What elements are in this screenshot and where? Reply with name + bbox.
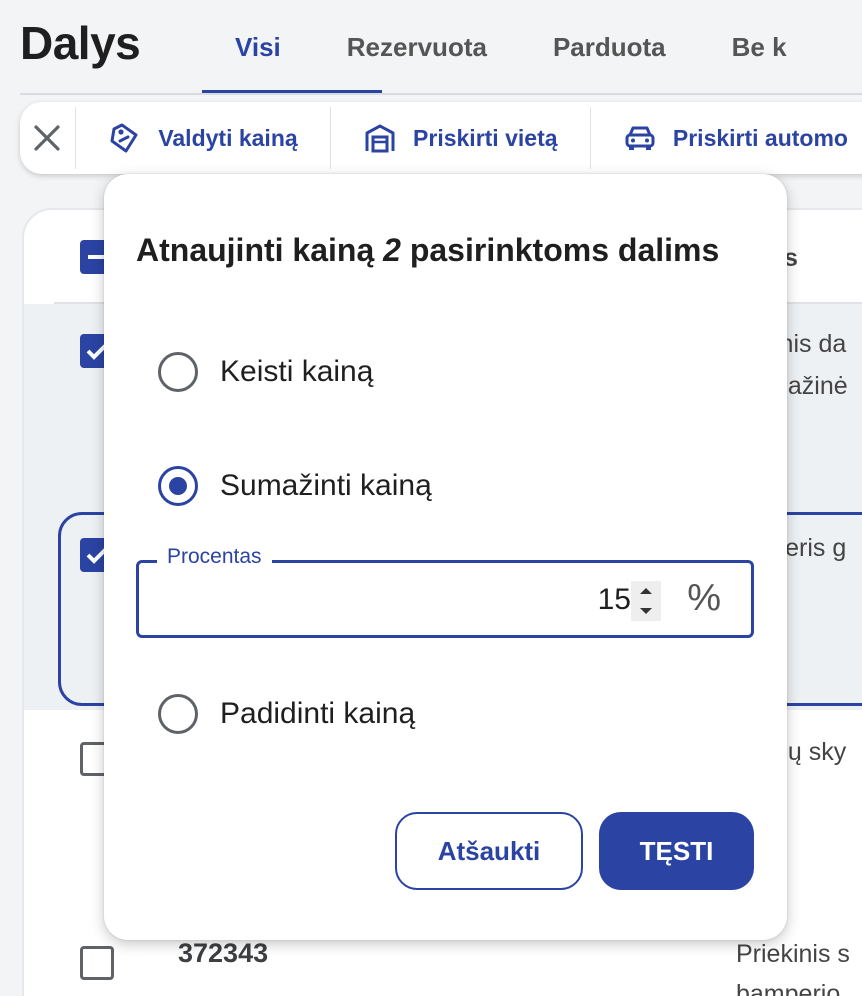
assign-car-button[interactable]: Priskirti automo (591, 102, 862, 174)
close-icon (34, 125, 61, 151)
cancel-button[interactable]: Atšaukti (395, 812, 583, 890)
price-tag-icon (108, 121, 142, 155)
assign-location-label: Priskirti vietą (413, 124, 558, 151)
radio-increase-price[interactable] (158, 694, 198, 734)
tab-visi[interactable]: Visi (202, 0, 314, 94)
manage-price-button[interactable]: Valdyti kainą (76, 102, 329, 174)
percent-field[interactable]: Procentas 15 % (136, 545, 754, 638)
percent-input[interactable]: 15 (598, 583, 631, 617)
option-label: Sumažinti kainą (220, 469, 432, 502)
row-text: bamperio (736, 980, 841, 996)
radio-decrease-price[interactable] (158, 466, 198, 506)
update-price-dialog: Atnaujinti kainą 2 pasirinktoms dalims K… (104, 174, 787, 940)
row-text: Priekinis s (736, 940, 850, 968)
radio-change-price[interactable] (158, 352, 198, 392)
stepper-up-icon[interactable] (639, 587, 653, 595)
dialog-title-suffix: pasirinktoms dalims (409, 232, 720, 268)
selected-count: 2 (383, 232, 401, 268)
manage-price-label: Valdyti kainą (158, 124, 298, 151)
percent-unit: % (687, 577, 721, 619)
tab-bar: Visi Rezervuota Parduota Be k (202, 0, 820, 94)
option-label: Padidinti kainą (220, 697, 416, 730)
close-selection-button[interactable] (20, 102, 75, 174)
selection-toolbar: Valdyti kainą Priskirti vietą Priskirti … (20, 102, 862, 174)
garage-icon (363, 121, 397, 155)
continue-button[interactable]: TĘSTI (599, 812, 754, 890)
part-code: 372343 (178, 938, 269, 968)
tab-parduota[interactable]: Parduota (520, 0, 699, 94)
number-stepper[interactable] (631, 581, 661, 621)
tab-rezervuota[interactable]: Rezervuota (314, 0, 520, 94)
page-title: Dalys (20, 17, 141, 69)
stepper-down-icon[interactable] (639, 607, 653, 615)
dialog-title-prefix: Atnaujinti kainą (136, 232, 375, 268)
option-increase-price[interactable]: Padidinti kainą (158, 694, 415, 734)
option-label: Keisti kainą (220, 355, 374, 388)
option-decrease-price[interactable]: Sumažinti kainą (158, 466, 432, 506)
assign-car-label: Priskirti automo (672, 124, 848, 151)
car-icon (623, 121, 657, 155)
option-change-price[interactable]: Keisti kainą (158, 352, 373, 392)
row-checkbox[interactable] (80, 946, 114, 980)
percent-field-label: Procentas (157, 545, 272, 569)
dialog-title: Atnaujinti kainą 2 pasirinktoms dalims (136, 232, 719, 269)
tabs-divider (20, 93, 862, 95)
assign-location-button[interactable]: Priskirti vietą (331, 102, 589, 174)
tab-be-k[interactable]: Be k (699, 0, 820, 94)
